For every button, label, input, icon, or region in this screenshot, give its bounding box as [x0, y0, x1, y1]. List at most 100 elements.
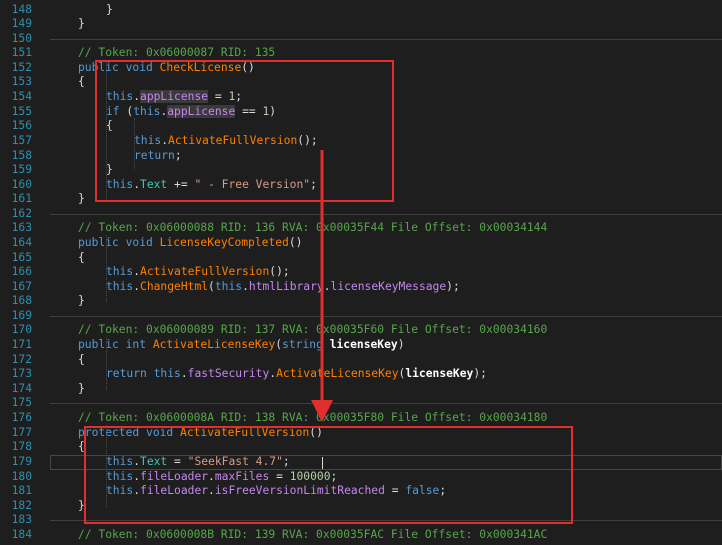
code-token: ) — [397, 338, 405, 351]
indent-guide — [106, 235, 108, 302]
code-token: licenseKey — [329, 338, 398, 351]
code-token: . — [242, 280, 249, 293]
line-number: 150 — [11, 32, 32, 45]
code-line[interactable]: 165 { — [0, 251, 722, 266]
code-text: } — [78, 192, 85, 207]
line-number: 184 — [11, 528, 32, 541]
line-number: 177 — [11, 426, 32, 439]
line-number: 149 — [11, 17, 32, 30]
code-token: (); — [269, 265, 290, 278]
code-line[interactable]: 176 // Token: 0x0600008A RID: 138 RVA: 0x… — [0, 411, 722, 426]
code-text: // Token: 0x0600008B RID: 139 RVA: 0x000… — [78, 528, 547, 543]
code-token: { — [78, 353, 85, 366]
code-text: this.ActivateFullVersion(); — [106, 265, 290, 280]
line-number: 160 — [11, 178, 32, 191]
line-number: 152 — [11, 61, 32, 74]
line-number: 159 — [11, 163, 32, 176]
code-token: public int — [78, 338, 153, 351]
code-text: // Token: 0x06000089 RID: 137 RVA: 0x000… — [78, 323, 547, 338]
code-line[interactable]: 149} — [0, 17, 722, 32]
code-token: // Token: 0x06000088 RID: 136 RVA: 0x000… — [78, 221, 548, 234]
code-line[interactable]: 173 return this.fastSecurity.ActivateLice… — [0, 367, 722, 382]
highlight-box-checklicense — [95, 60, 394, 202]
line-number: 180 — [11, 470, 32, 483]
code-line[interactable]: 164 public void LicenseKeyCompleted() — [0, 236, 722, 251]
line-number: 158 — [11, 149, 32, 162]
code-token: . — [323, 280, 331, 293]
text-caret — [322, 457, 323, 469]
code-text: // Token: 0x0600008A RID: 138 RVA: 0x000… — [78, 411, 547, 426]
code-text: { — [78, 251, 85, 266]
line-number: 162 — [11, 207, 32, 220]
line-number: 155 — [11, 105, 32, 118]
line-number: 164 — [11, 236, 32, 249]
code-token: { — [78, 251, 85, 264]
code-token: } — [78, 382, 85, 395]
code-token: ActivateLicenseKey — [276, 367, 399, 380]
code-token: ChangeHtml — [140, 280, 209, 293]
code-token: // Token: 0x0600008A RID: 138 RVA: 0x000… — [78, 411, 548, 424]
code-token: () — [288, 236, 303, 249]
code-token: . — [133, 280, 141, 293]
code-text: public int ActivateLicenseKey(string lic… — [78, 338, 405, 353]
code-token: this — [106, 265, 134, 278]
code-line[interactable]: 168} — [0, 294, 722, 309]
code-token: ActivateLicenseKey — [152, 338, 276, 351]
line-number: 154 — [11, 90, 32, 103]
code-token: } — [78, 192, 85, 205]
code-token: fastSecurity — [187, 367, 270, 380]
line-number: 151 — [11, 46, 32, 59]
code-text: // Token: 0x06000087 RID: 135 — [78, 46, 275, 61]
method-separator — [50, 39, 722, 40]
code-line[interactable]: 166 this.ActivateFullVersion(); — [0, 265, 722, 280]
code-line[interactable]: 170 // Token: 0x06000089 RID: 137 RVA: 0x… — [0, 323, 722, 338]
line-number: 174 — [11, 382, 32, 395]
code-token: . — [133, 265, 141, 278]
code-text: // Token: 0x06000088 RID: 136 RVA: 0x000… — [78, 221, 547, 236]
code-text: public void LicenseKeyCompleted() — [78, 236, 302, 251]
code-text: return this.fastSecurity.ActivateLicense… — [106, 367, 487, 382]
code-editor[interactable]: 148} 149} 150 151// Token: 0x06000087 RID: … — [0, 0, 722, 545]
code-token: this — [106, 280, 134, 293]
line-number: 181 — [11, 484, 32, 497]
code-line[interactable]: 148} — [0, 3, 722, 18]
code-token: htmlLibrary — [248, 280, 324, 293]
method-separator — [50, 214, 722, 215]
line-number: 165 — [11, 251, 32, 264]
indent-guide — [106, 337, 108, 390]
code-token: ( — [208, 280, 215, 293]
line-number: 156 — [11, 119, 32, 132]
code-line[interactable]: 172 { — [0, 353, 722, 368]
line-number: 161 — [11, 192, 32, 205]
line-number: 157 — [11, 134, 32, 147]
code-text: { — [78, 353, 85, 368]
code-line[interactable]: 171 public int ActivateLicenseKey(string … — [0, 338, 722, 353]
code-text: } — [78, 382, 85, 397]
code-line[interactable]: 184 // Token: 0x0600008B RID: 139 RVA: 0x… — [0, 528, 722, 543]
code-text: } — [78, 17, 85, 32]
code-token: { — [78, 75, 85, 88]
line-number: 182 — [11, 499, 32, 512]
code-token: string — [282, 338, 330, 351]
code-text: { — [78, 75, 85, 90]
code-text: } — [106, 3, 113, 18]
line-number: 176 — [11, 411, 32, 424]
line-number: 166 — [11, 265, 32, 278]
code-line[interactable]: 163 // Token: 0x06000088 RID: 136 RVA: 0x… — [0, 221, 722, 236]
code-token: } — [78, 294, 85, 307]
line-number: 178 — [11, 440, 32, 453]
code-line[interactable]: 174} — [0, 382, 722, 397]
code-line[interactable]: 167 this.ChangeHtml(this.htmlLibrary.lice… — [0, 280, 722, 295]
code-token: public void — [78, 236, 160, 249]
code-token: licenseKeyMessage — [330, 280, 447, 293]
code-token: // Token: 0x06000089 RID: 137 RVA: 0x000… — [78, 323, 548, 336]
line-number: 153 — [11, 75, 32, 88]
code-text: } — [78, 294, 85, 309]
method-separator — [50, 403, 722, 404]
code-token: this — [214, 280, 243, 293]
code-token: ActivateFullVersion — [140, 265, 270, 278]
code-token: // Token: 0x0600008B RID: 139 RVA: 0x000… — [78, 528, 548, 541]
code-line[interactable]: 151 // Token: 0x06000087 RID: 135 — [0, 46, 722, 61]
code-token: // Token: 0x06000087 RID: 135 — [78, 46, 276, 59]
line-number: 167 — [11, 280, 32, 293]
